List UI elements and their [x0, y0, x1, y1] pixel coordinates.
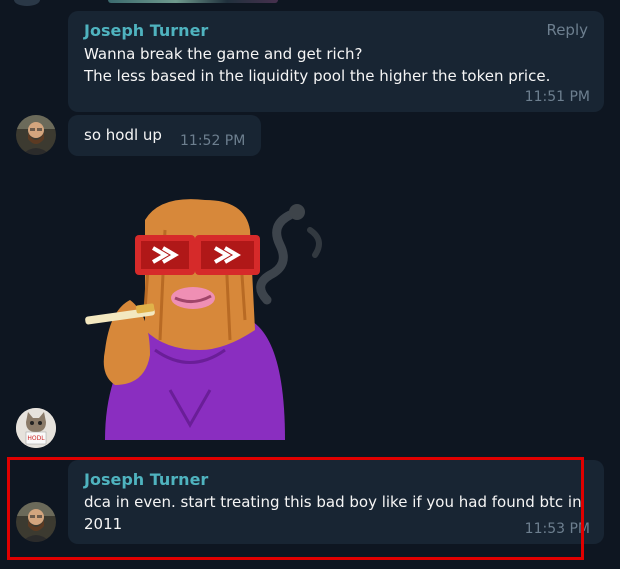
message-time: 11:52 PM — [180, 133, 246, 149]
message-bubble-1[interactable]: Joseph Turner Reply Wanna break the game… — [68, 11, 604, 112]
message-time: 11:53 PM — [524, 521, 590, 537]
cat-avatar-image: HODL — [16, 408, 56, 448]
message-bubble-2[interactable]: so hodl up 11:52 PM — [68, 115, 261, 156]
message-text: Wanna break the game and get rich? The l… — [84, 43, 596, 87]
avatar[interactable]: HODL — [16, 408, 56, 448]
sticker-message[interactable] — [75, 190, 340, 445]
sender-name[interactable]: Joseph Turner — [84, 21, 208, 41]
message-line: Wanna break the game and get rich? — [84, 45, 363, 63]
partial-media-preview — [108, 0, 278, 3]
avatar-badge-text: HODL — [27, 435, 45, 442]
message-line: dca in even. start treating this bad boy… — [84, 493, 582, 511]
partial-avatar — [14, 0, 40, 6]
message-time: 11:51 PM — [524, 89, 590, 105]
message-text: so hodl up — [84, 126, 162, 144]
message-line: The less based in the liquidity pool the… — [84, 67, 551, 85]
sender-name[interactable]: Joseph Turner — [84, 470, 208, 490]
message-text: dca in even. start treating this bad boy… — [84, 491, 596, 535]
reply-button[interactable]: Reply — [546, 21, 588, 39]
message-line: 2011 — [84, 515, 123, 533]
message-bubble-4[interactable]: Joseph Turner dca in even. start treatin… — [68, 460, 604, 544]
chat-history: Joseph Turner Reply Wanna break the game… — [0, 0, 620, 569]
user-avatar-image — [16, 502, 56, 542]
user-avatar-image — [16, 115, 56, 155]
avatar[interactable] — [16, 502, 56, 542]
bearded-character-smoking-sticker — [85, 199, 322, 440]
avatar[interactable] — [16, 115, 56, 155]
